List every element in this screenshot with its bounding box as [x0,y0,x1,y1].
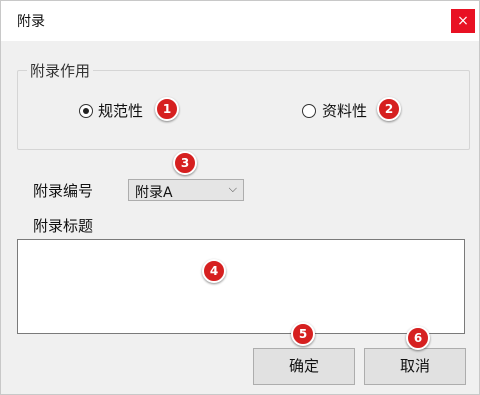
normative-radio[interactable] [79,104,93,118]
chevron-down-icon: ⌵ [228,182,237,195]
badge-4: 4 [202,259,226,283]
ok-button[interactable]: 确定 [253,348,355,385]
appendix-number-value: 附录A [135,185,173,201]
purpose-group-label: 附录作用 [27,60,94,81]
appendix-number-select[interactable]: 附录A ⌵ [128,179,244,201]
badge-5: 5 [291,322,315,346]
title-bar: 附录 × [1,1,479,41]
badge-3: 3 [173,151,197,175]
appendix-title-label: 附录标题 [33,217,94,235]
cancel-button[interactable]: 取消 [364,348,466,385]
badge-1: 1 [155,97,179,121]
informative-radio[interactable] [302,104,316,118]
informative-label[interactable]: 资料性 [322,100,367,121]
dialog-title: 附录 [17,14,45,30]
close-button[interactable]: × [451,9,475,33]
appendix-number-label: 附录编号 [33,182,94,200]
badge-2: 2 [377,97,401,121]
normative-label[interactable]: 规范性 [98,100,143,121]
appendix-title-textarea[interactable] [17,239,465,334]
badge-6: 6 [406,326,430,350]
